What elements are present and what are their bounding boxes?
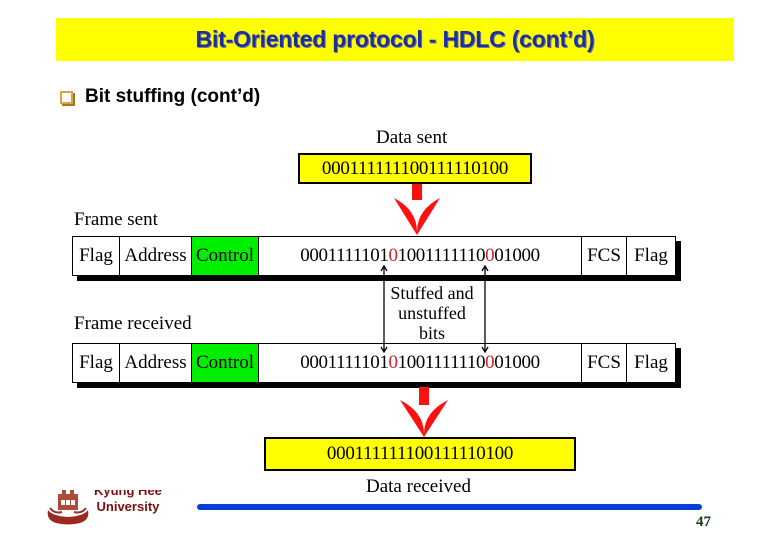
page-number: 47 xyxy=(696,514,711,530)
university-crest-icon xyxy=(47,490,89,525)
university-name-line1: Kyung Hee xyxy=(94,490,162,498)
stuffed-bit-pointer-right xyxy=(481,264,489,354)
red-down-arrow-icon xyxy=(394,184,440,235)
university-name: Kyung Hee University xyxy=(94,490,162,515)
stuffed-bit-pointer-left xyxy=(380,264,388,354)
footer-divider xyxy=(197,504,702,510)
university-name-line2: University xyxy=(96,499,160,514)
diagram-arrows xyxy=(380,184,489,437)
red-down-arrow-icon xyxy=(400,387,448,437)
